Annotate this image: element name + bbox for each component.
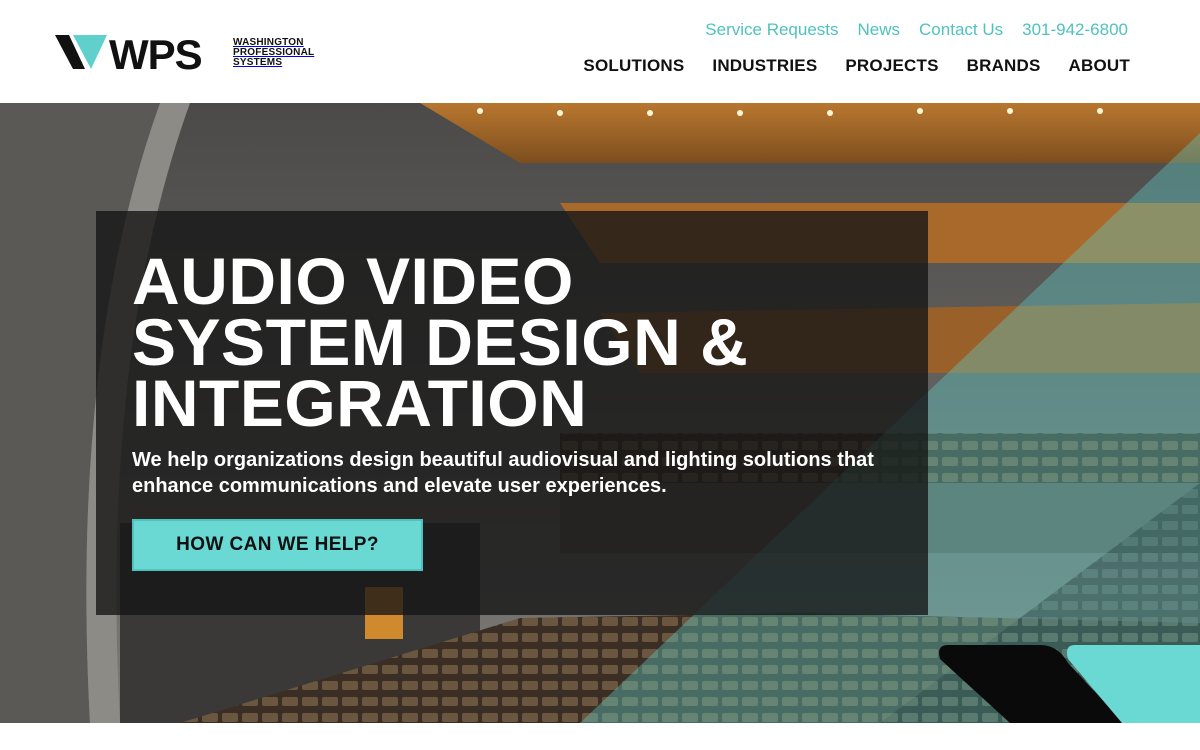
wps-logo-icon: WPS	[55, 33, 203, 73]
hero-title-line-1: AUDIO VIDEO	[132, 244, 574, 318]
nav-service-requests[interactable]: Service Requests	[705, 20, 838, 40]
hero-text-panel: AUDIO VIDEO SYSTEM DESIGN & INTEGRATION …	[96, 211, 928, 615]
hero-title-line-3: INTEGRATION	[132, 366, 588, 440]
logo[interactable]: WPS WASHINGTON PROFESSIONAL SYSTEMS	[55, 33, 317, 73]
main-nav: SOLUTIONS INDUSTRIES PROJECTS BRANDS ABO…	[583, 56, 1130, 76]
hero-section: AUDIO VIDEO SYSTEM DESIGN & INTEGRATION …	[0, 103, 1200, 723]
nav-projects[interactable]: PROJECTS	[845, 56, 938, 76]
svg-text:WPS: WPS	[109, 33, 202, 73]
site-header: WPS WASHINGTON PROFESSIONAL SYSTEMS Serv…	[0, 0, 1200, 103]
nav-news[interactable]: News	[858, 20, 901, 40]
how-can-we-help-button[interactable]: HOW CAN WE HELP?	[132, 519, 423, 571]
logo-wordmark: WASHINGTON PROFESSIONAL SYSTEMS	[233, 38, 314, 68]
nav-about[interactable]: ABOUT	[1069, 56, 1130, 76]
hero-subtitle: We help organizations design beautiful a…	[132, 449, 874, 497]
hero-title: AUDIO VIDEO SYSTEM DESIGN & INTEGRATION	[132, 244, 892, 440]
nav-phone-number[interactable]: 301-942-6800	[1022, 20, 1128, 40]
logo-line-3: SYSTEMS	[233, 57, 283, 68]
nav-brands[interactable]: BRANDS	[967, 56, 1041, 76]
utility-nav: Service Requests News Contact Us 301-942…	[705, 20, 1128, 40]
nav-industries[interactable]: INDUSTRIES	[712, 56, 817, 76]
page-below-hero	[0, 723, 1200, 750]
nav-solutions[interactable]: SOLUTIONS	[583, 56, 684, 76]
nav-contact-us[interactable]: Contact Us	[919, 20, 1003, 40]
hero-title-line-2: SYSTEM DESIGN &	[132, 305, 749, 379]
